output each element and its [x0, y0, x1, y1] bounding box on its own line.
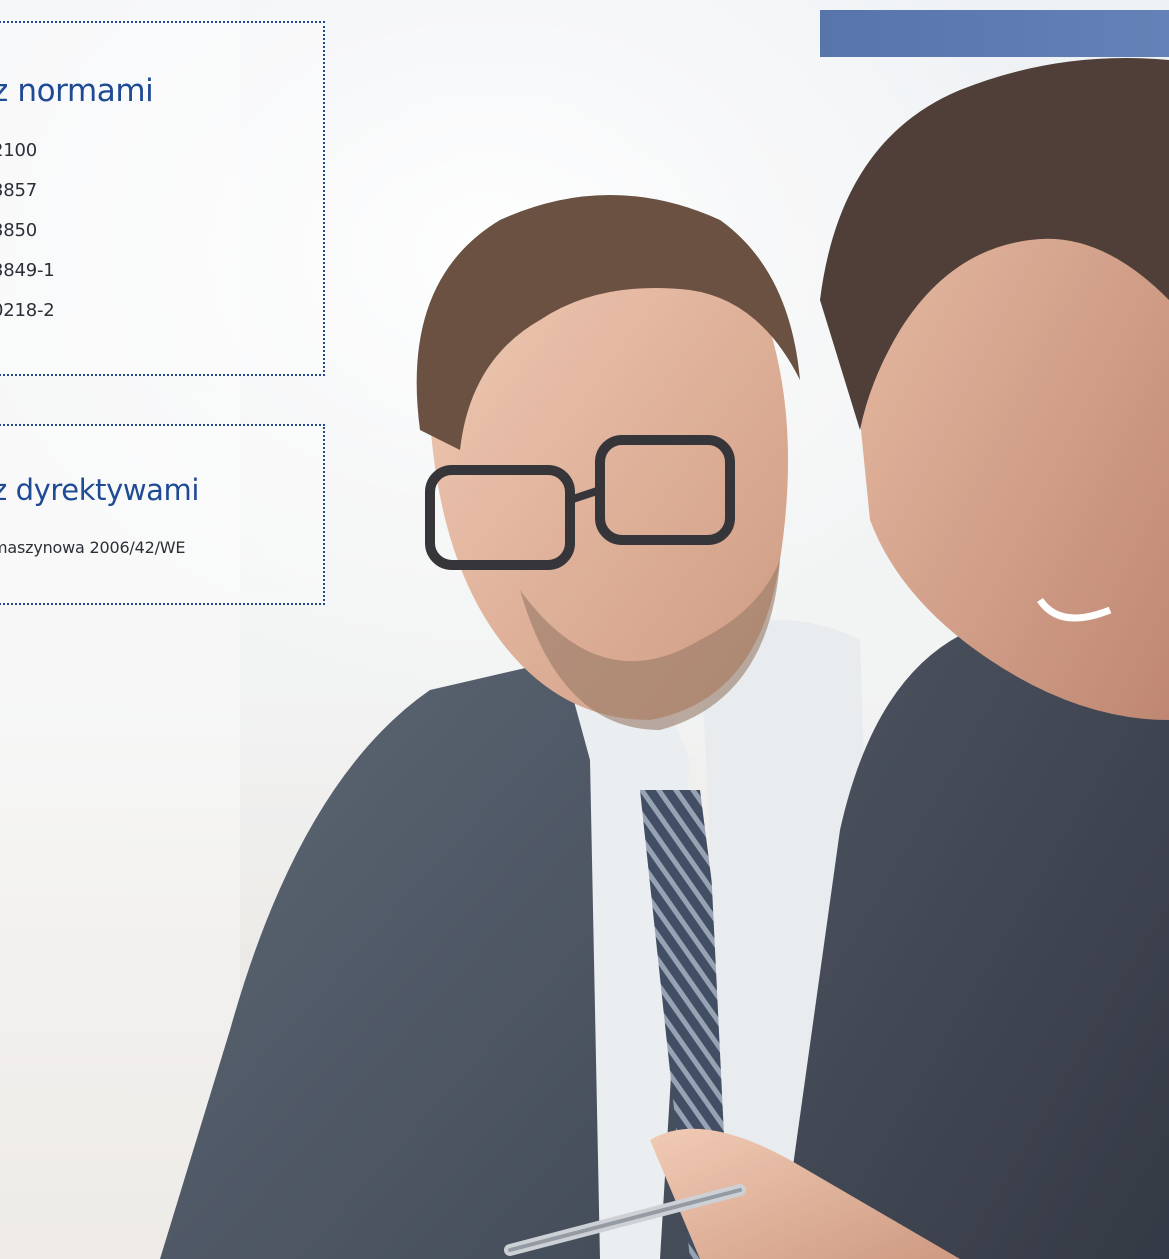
directives-list: maszynowa 2006/42/WE [0, 528, 185, 568]
norm-item: 3849-1 [0, 260, 55, 281]
norms-compliance-box: z normami 2100 3857 3850 3849-1 0218-2 [0, 21, 325, 376]
directives-compliance-box: z dyrektywami maszynowa 2006/42/WE [0, 424, 325, 605]
directives-box-title: z dyrektywami [0, 473, 200, 507]
header-accent-bar [820, 10, 1169, 57]
norm-item: 3857 [0, 180, 38, 201]
directive-item: maszynowa 2006/42/WE [0, 538, 186, 557]
norm-item: 2100 [0, 140, 38, 161]
norm-item: 0218-2 [0, 300, 55, 321]
norms-list: 2100 3857 3850 3849-1 0218-2 [0, 131, 55, 331]
norms-box-title: z normami [0, 73, 154, 109]
page: z normami 2100 3857 3850 3849-1 0218-2 z… [0, 0, 1169, 1259]
norm-item: 3850 [0, 220, 38, 241]
